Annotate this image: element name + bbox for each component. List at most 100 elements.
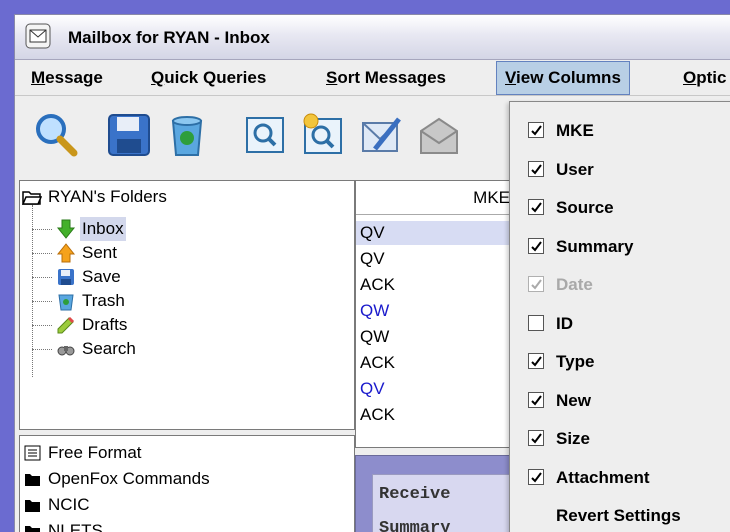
checkbox[interactable] <box>528 391 544 408</box>
menu-item-type[interactable]: Type <box>510 343 730 381</box>
menu-item-source[interactable]: Source <box>510 189 730 227</box>
up-arrow-icon <box>56 243 76 263</box>
checkbox[interactable] <box>528 122 544 138</box>
search-icon <box>36 114 78 157</box>
mail-button[interactable] <box>413 109 465 161</box>
find-message-button[interactable] <box>239 109 291 161</box>
menu-item-attachment[interactable]: Attachment <box>510 459 730 497</box>
open-folder-icon <box>22 191 42 205</box>
checkbox[interactable] <box>528 199 544 215</box>
list-item-label: OpenFox Commands <box>48 469 210 488</box>
view-columns-dropdown: MKE User Source Summary Date ID Type New Size Att… <box>509 101 730 532</box>
menu-item-label: Source <box>556 198 614 217</box>
table-row[interactable]: QW <box>360 299 389 323</box>
table-row[interactable]: QV <box>356 221 516 245</box>
checkmark-icon <box>531 279 542 290</box>
compose-button[interactable] <box>355 109 407 161</box>
list-item-label: Free Format <box>48 443 142 462</box>
trash-button[interactable] <box>161 109 213 161</box>
table-row[interactable]: ACK <box>360 351 395 375</box>
save-icon <box>58 269 74 285</box>
down-arrow-icon <box>56 219 76 239</box>
menu-item-new[interactable]: New <box>510 382 730 420</box>
menu-item-label: MKE <box>556 121 594 140</box>
find-message-icon <box>246 117 284 153</box>
mail-app-icon <box>25 23 51 49</box>
compose-icon <box>362 117 401 152</box>
menu-item-id[interactable]: ID <box>510 305 730 343</box>
column-header-mke[interactable]: MKE <box>356 181 516 215</box>
menu-item-revert-settings[interactable]: Revert Settings <box>510 497 730 532</box>
checkbox[interactable] <box>528 430 544 446</box>
menu-item-label: Type <box>556 352 595 371</box>
checkbox[interactable] <box>528 314 544 331</box>
title-bar[interactable]: Mailbox for RYAN - Inbox <box>15 15 730 60</box>
table-row[interactable]: ACK <box>360 403 395 427</box>
list-item-label: NLETS <box>48 521 103 532</box>
checkbox[interactable] <box>528 160 544 177</box>
folder-search-label: Search <box>82 339 136 358</box>
list-item-label: NCIC <box>48 495 90 514</box>
checkmark-icon <box>531 471 542 483</box>
message-detail-body: Receive Summary <box>372 474 516 532</box>
menu-item-label: New <box>556 390 591 410</box>
menu-item-label: User <box>556 159 594 179</box>
search-button[interactable] <box>29 109 81 161</box>
folder-icon <box>25 500 40 512</box>
form-icon <box>24 445 41 461</box>
menu-item-summary[interactable]: Summary <box>510 228 730 266</box>
menu-sort-messages[interactable]: Sort Messages <box>326 61 446 95</box>
binoculars-icon <box>57 346 75 356</box>
checkmark-icon <box>531 125 542 136</box>
folder-inbox-label: Inbox <box>80 217 126 241</box>
detail-summary-label: Summary <box>379 519 451 532</box>
folder-tree: RYAN's Folders Inbox Sent Save Trash Dra… <box>19 180 355 430</box>
menu-item-label: Summary <box>556 236 634 256</box>
mailbox-window: Mailbox for RYAN - Inbox Message Quick Q… <box>14 14 730 532</box>
checkmark-icon <box>531 433 542 444</box>
menu-item-mke[interactable]: MKE <box>510 112 730 150</box>
folder-trash-label: Trash <box>82 291 125 310</box>
trash-icon <box>58 294 74 311</box>
folder-icon <box>25 474 40 486</box>
menu-quick-queries[interactable]: Quick Queries <box>151 61 266 95</box>
mail-icon <box>420 117 458 154</box>
save-button[interactable] <box>103 109 155 161</box>
menu-item-label: Size <box>556 429 591 448</box>
table-row[interactable]: QV <box>360 247 385 271</box>
menu-item-user[interactable]: User <box>510 151 730 189</box>
folder-root-label: RYAN's Folders <box>48 187 167 206</box>
message-table: MKE QV QV ACK QW QW ACK QV ACK <box>355 180 517 448</box>
checkbox[interactable] <box>528 468 544 485</box>
menu-bar: Message Quick Queries Sort Messages View… <box>15 61 730 96</box>
menu-item-date[interactable]: Date <box>510 266 730 304</box>
checkbox[interactable] <box>528 237 544 254</box>
checkbox[interactable] <box>528 276 544 292</box>
window-title: Mailbox for RYAN - Inbox <box>68 28 270 47</box>
checkmark-icon <box>531 356 542 367</box>
table-row[interactable]: QW <box>360 325 389 349</box>
menu-view-columns[interactable]: View Columns <box>496 61 630 95</box>
checkmark-icon <box>531 394 542 406</box>
menu-item-label: Revert Settings <box>556 506 681 525</box>
folder-drafts-label: Drafts <box>82 315 128 334</box>
checkbox[interactable] <box>528 353 544 369</box>
table-row[interactable]: QV <box>360 377 385 401</box>
menu-item-label: Date <box>556 275 593 294</box>
folder-save-label: Save <box>82 267 121 286</box>
new-search-icon <box>303 113 342 154</box>
checkmark-icon <box>531 202 542 213</box>
checkmark-icon <box>531 240 542 252</box>
folder-sent-label: Sent <box>82 243 117 262</box>
new-search-button[interactable] <box>297 109 349 161</box>
menu-message[interactable]: Message <box>31 61 103 95</box>
checkmark-icon <box>531 163 542 175</box>
tools-list: Free Format OpenFox Commands NCIC NLETS <box>19 435 355 532</box>
menu-item-label: Attachment <box>556 467 650 487</box>
pencil-icon <box>57 316 75 334</box>
table-row[interactable]: ACK <box>360 273 395 297</box>
menu-options[interactable]: Optic <box>683 61 726 95</box>
menu-item-size[interactable]: Size <box>510 420 730 458</box>
message-detail-pane: Receive Summary <box>355 455 517 532</box>
menu-item-label: ID <box>556 313 573 333</box>
